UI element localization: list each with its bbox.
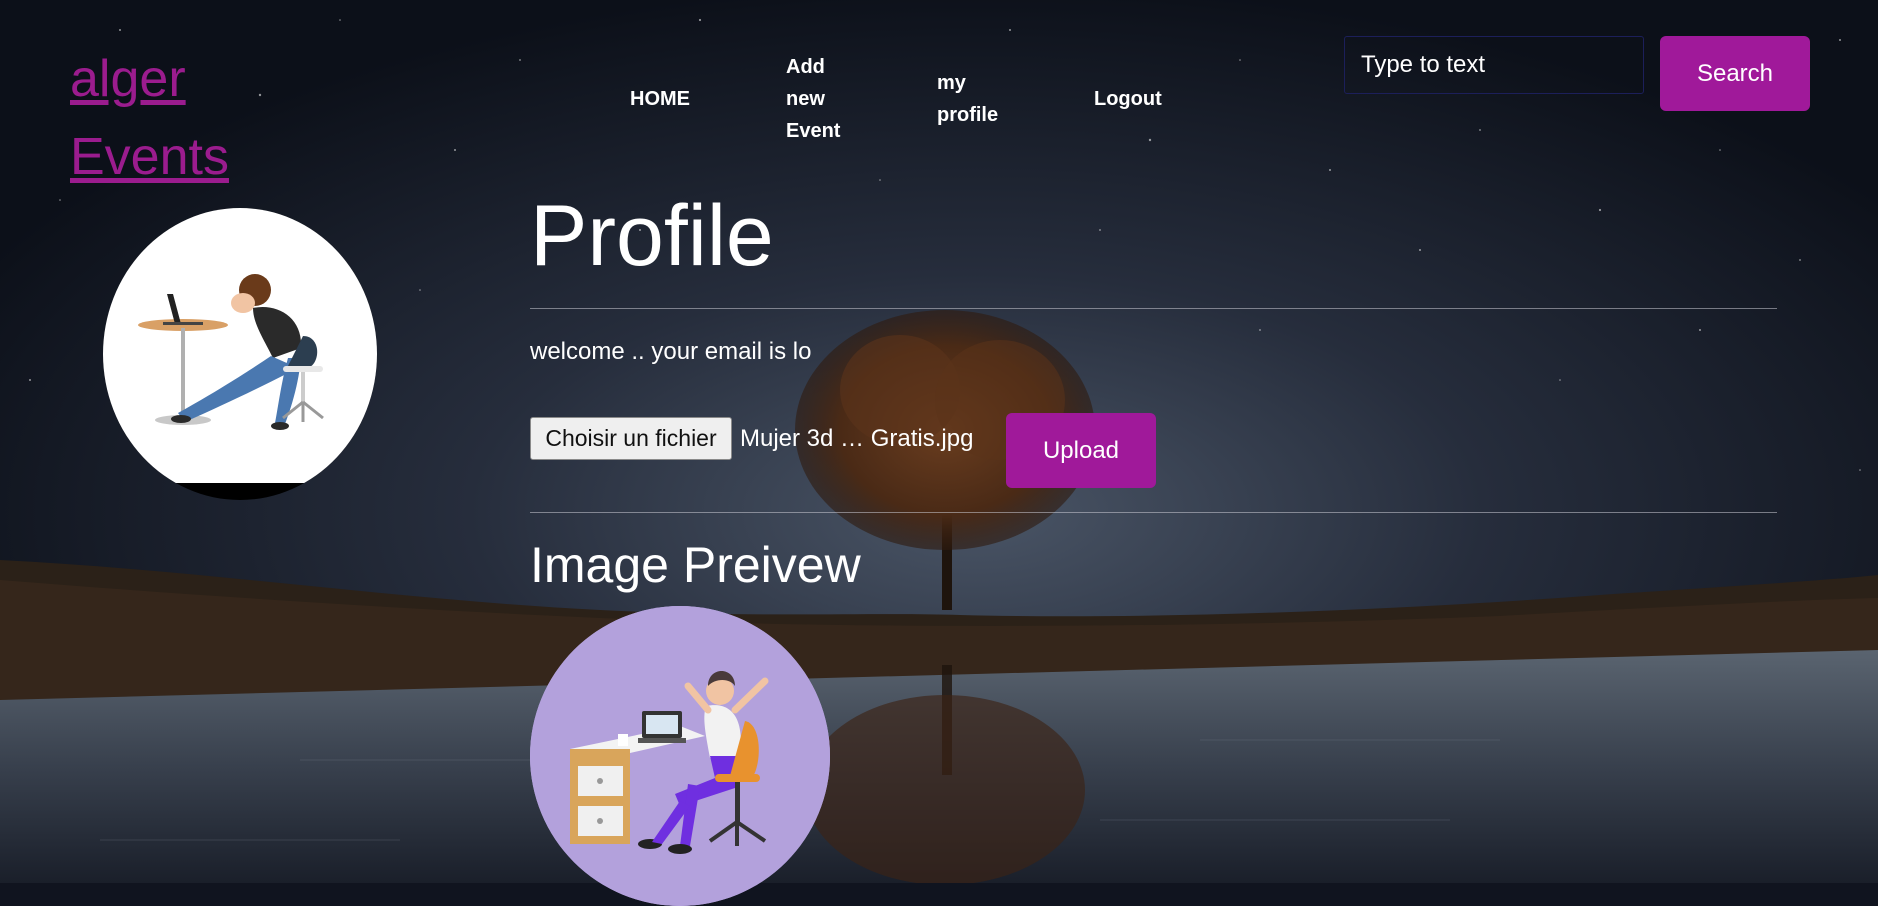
image-preview — [530, 606, 830, 906]
search-input[interactable] — [1344, 36, 1644, 94]
nav-home-link[interactable]: HOME — [630, 83, 690, 115]
brand-logo-link[interactable]: alger Events — [70, 40, 229, 196]
brand-line-1: alger — [70, 50, 186, 108]
nav-logout-link[interactable]: Logout — [1094, 83, 1162, 115]
brand-line-2: Events — [70, 128, 229, 186]
nav-add-event-link[interactable]: Add new Event — [786, 51, 866, 147]
profile-avatar — [103, 208, 377, 500]
avatar-illustration — [103, 208, 377, 483]
welcome-text: welcome .. your email is lo — [530, 338, 812, 365]
preview-title: Image Preivew — [530, 537, 861, 593]
upload-button[interactable]: Upload — [1006, 413, 1156, 488]
choose-file-button[interactable]: Choisir un fichier — [530, 417, 732, 460]
preview-illustration — [530, 606, 830, 906]
selected-file-name: Mujer 3d … Gratis.jpg — [740, 425, 974, 452]
nav-my-profile-link[interactable]: my profile — [937, 67, 1017, 131]
divider — [530, 512, 1777, 513]
divider — [530, 308, 1777, 309]
search-button[interactable]: Search — [1660, 36, 1810, 111]
page-title: Profile — [530, 188, 774, 284]
